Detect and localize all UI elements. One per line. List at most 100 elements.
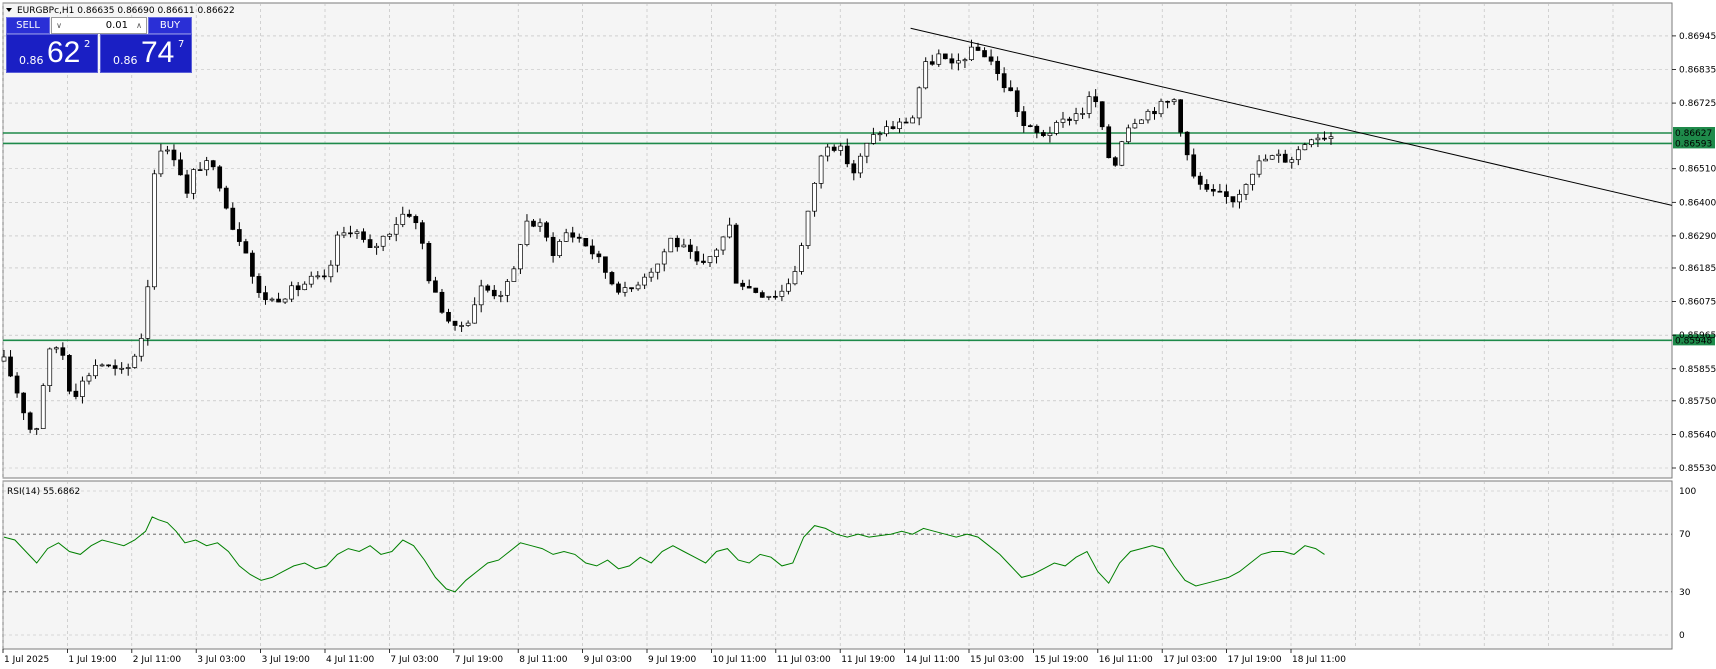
x-tick-label: 18 Jul 11:00 [1292, 655, 1346, 665]
candle-body [125, 367, 131, 369]
candle-body [629, 287, 634, 290]
x-tick-label: 1 Jul 2025 [4, 655, 49, 665]
candle-body [544, 222, 549, 238]
candle-body [1315, 137, 1321, 141]
lot-increase-icon[interactable]: ∧ [132, 18, 146, 33]
candle-body [400, 213, 406, 225]
candle-body [799, 245, 804, 272]
candle-body [1086, 96, 1092, 114]
candle-body [576, 236, 582, 239]
candle-body [916, 87, 922, 119]
candle-body [524, 220, 530, 245]
candle-body [1295, 149, 1301, 161]
candle-body [53, 347, 59, 350]
candle-body [321, 275, 327, 278]
candle-body [348, 232, 353, 235]
candle-body [740, 282, 746, 287]
candle-body [504, 281, 510, 296]
candle-body [982, 50, 987, 58]
candle-body [1073, 113, 1079, 121]
candle-body [34, 428, 40, 430]
lot-decrease-icon[interactable]: ∨ [52, 18, 66, 33]
candle-body [622, 287, 628, 293]
x-tick-label: 15 Jul 03:00 [970, 655, 1024, 665]
candle-body [563, 232, 569, 242]
candle-body [374, 245, 379, 248]
candle-body [485, 285, 491, 291]
x-tick-label: 17 Jul 03:00 [1163, 655, 1217, 665]
candle-body [145, 286, 151, 339]
candle-body [805, 210, 811, 246]
buy-button[interactable]: BUY [148, 17, 192, 34]
lot-size-input[interactable]: ∨ 0.01 ∧ [51, 17, 147, 34]
sell-price-box[interactable]: 0.86 62 2 [6, 34, 98, 73]
time-axis: 1 Jul 2025 1 Jul 19:00 2 Jul 11:00 3 Jul 03… [2, 649, 1346, 665]
candle-body [158, 150, 164, 175]
candle-body [956, 60, 961, 64]
candle-body [217, 166, 223, 189]
candle-body [511, 268, 517, 282]
candle-body [99, 364, 105, 367]
candle-body [923, 61, 929, 89]
x-tick-label: 11 Jul 19:00 [841, 655, 895, 665]
candle-body [302, 283, 308, 291]
candle-body [1132, 123, 1138, 129]
rsi-tick-label: 0 [1679, 631, 1685, 641]
candle-body [263, 292, 268, 301]
candle-body [831, 146, 837, 151]
candle-body [1001, 73, 1007, 89]
candle-body [1230, 196, 1236, 203]
candle-body [838, 145, 844, 151]
candle-body [753, 287, 759, 293]
candle-body [635, 284, 641, 290]
candle-body [518, 244, 523, 270]
candle-body [603, 256, 608, 273]
candle-body [446, 311, 451, 322]
buy-price-box[interactable]: 0.86 74 7 [100, 34, 192, 73]
candle-body [413, 216, 419, 224]
candle-body [184, 174, 190, 194]
candle-body [40, 385, 46, 429]
y-tick-label: 0.86290 [1679, 232, 1716, 242]
candle-body [256, 276, 262, 293]
candle-body [439, 291, 445, 313]
sell-button[interactable]: SELL [6, 17, 50, 34]
y-tick-label: 0.85530 [1679, 464, 1716, 474]
one-click-trading-panel: SELL ∨ 0.01 ∧ BUY 0.86 62 2 0.86 74 7 [6, 17, 192, 73]
candle-body [452, 320, 458, 326]
candle-body [47, 348, 53, 386]
candle-body [119, 367, 125, 370]
candle-body [1067, 118, 1072, 121]
rsi-tick-label: 100 [1679, 487, 1696, 497]
candle-body [1184, 131, 1190, 156]
x-tick-label: 9 Jul 03:00 [584, 655, 633, 665]
chart-area: 0.866270.865930.85948 0.869450.868350.86… [1, 2, 1716, 665]
x-tick-label: 8 Jul 11:00 [519, 655, 568, 665]
y-tick-label: 0.86945 [1679, 32, 1716, 42]
candle-body [648, 271, 654, 278]
candle-body [86, 375, 92, 382]
x-tick-label: 14 Jul 11:00 [906, 655, 960, 665]
y-tick-label: 0.85855 [1679, 365, 1716, 375]
candle-body [1276, 153, 1282, 156]
candle-body [557, 241, 562, 257]
x-tick-label: 4 Jul 11:00 [326, 655, 375, 665]
candle-body [936, 53, 942, 65]
candle-body [151, 173, 157, 288]
x-tick-label: 16 Jul 11:00 [1099, 655, 1153, 665]
candle-body [21, 392, 26, 414]
candle-body [354, 231, 360, 234]
candle-body [949, 58, 955, 64]
price-axis: 0.86945 0.86835 0.86725 0.86510 0.86400 0.862… [1672, 32, 1716, 641]
candle-body [361, 231, 366, 240]
y-tick-label: 0.86185 [1679, 264, 1716, 274]
candle-body [1243, 184, 1249, 195]
candle-body [204, 160, 209, 171]
candle-body [1269, 155, 1275, 160]
candle-body [491, 289, 497, 297]
rsi-title: RSI(14) 55.6862 [7, 487, 80, 497]
candle-body [426, 242, 432, 282]
candle-body [393, 224, 399, 235]
candle-body [112, 365, 118, 369]
x-tick-label: 3 Jul 03:00 [197, 655, 246, 665]
